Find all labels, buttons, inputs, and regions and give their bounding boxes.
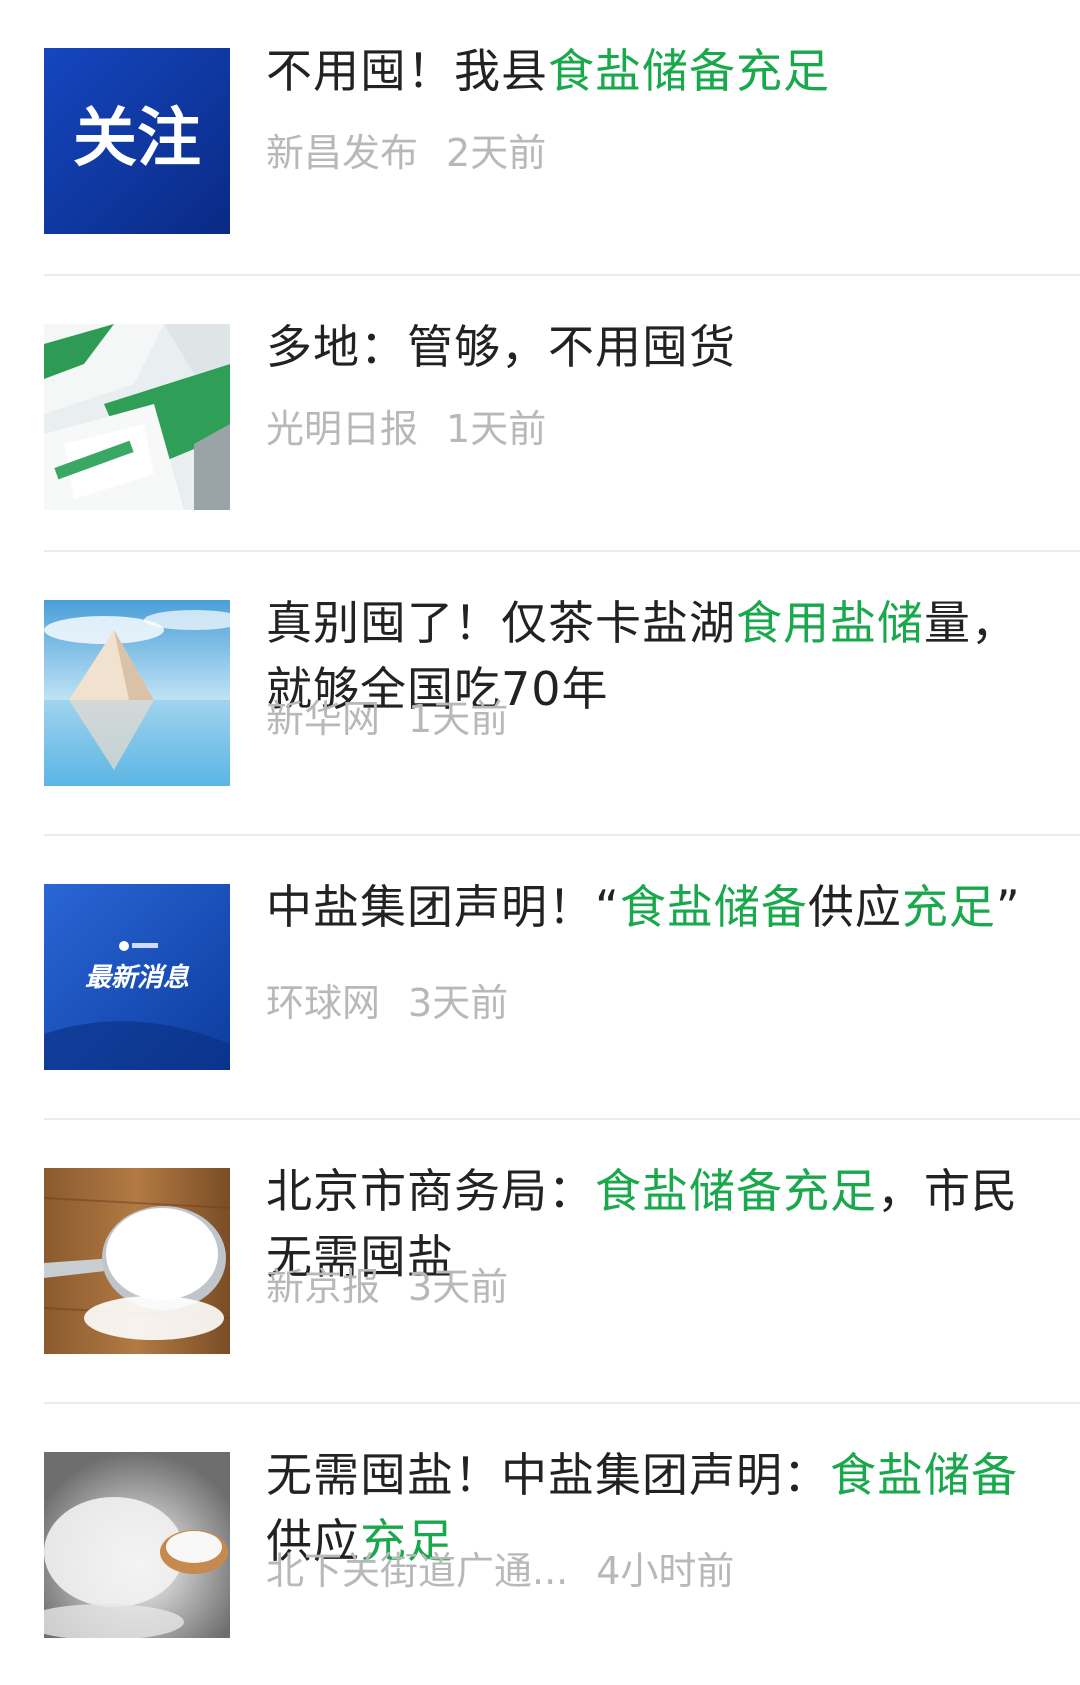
article-title[interactable]: 多地：管够，不用囤货 (266, 314, 1036, 380)
article-title[interactable]: 不用囤！我县食盐储备充足 (266, 38, 1036, 104)
salt-pile-bowl-image (44, 1452, 230, 1638)
title-text: 中盐集团声明！“ (266, 880, 620, 934)
title-highlight: 食盐储备 (830, 1448, 1018, 1502)
article-time: 2天前 (446, 131, 547, 175)
article-time: 3天前 (408, 981, 509, 1025)
thumb-label: 关注 (73, 102, 201, 176)
list-item[interactable]: 最新消息 中盐集团声明！“食盐储备供应充足” 环球网 3天前 (0, 836, 1080, 1120)
article-time: 4小时前 (596, 1549, 735, 1593)
title-highlight: 充足 (901, 880, 996, 934)
title-highlight: 食盐储备充足 (595, 1164, 877, 1218)
article-meta: 新京报 3天前 (266, 1262, 508, 1312)
title-text: 无需囤盐！中盐集团声明： (266, 1448, 830, 1502)
article-source: 光明日报 (266, 407, 419, 451)
title-highlight: 食盐储备充足 (548, 44, 830, 98)
article-meta: 北下关街道广通... 4小时前 (266, 1546, 734, 1596)
article-meta: 环球网 3天前 (266, 978, 508, 1028)
article-meta: 新昌发布 2天前 (266, 128, 546, 178)
article-source: 北下关街道广通... (266, 1549, 569, 1593)
article-title[interactable]: 中盐集团声明！“食盐储备供应充足” (266, 874, 1036, 940)
article-source: 环球网 (266, 981, 381, 1025)
list-item[interactable]: 北京市商务局：食盐储备充足，市民无需囤盐 新京报 3天前 (0, 1120, 1080, 1404)
article-time: 1天前 (408, 697, 509, 741)
article-source: 新华网 (266, 697, 381, 741)
article-meta: 光明日报 1天前 (266, 404, 546, 454)
title-text: 多地：管够，不用囤货 (266, 320, 736, 374)
latest-news-banner-image: 最新消息 (44, 884, 230, 1070)
article-time: 1天前 (446, 407, 547, 451)
article-source: 新昌发布 (266, 131, 419, 175)
list-item[interactable]: 关注 不用囤！我县食盐储备充足 新昌发布 2天前 (0, 0, 1080, 276)
salt-spoon-image (44, 1168, 230, 1354)
article-time: 3天前 (408, 1265, 509, 1309)
list-item[interactable]: 真别囤了！仅茶卡盐湖食用盐储量，就够全国吃70年 新华网 1天前 (0, 552, 1080, 836)
article-meta: 新华网 1天前 (266, 694, 508, 744)
title-highlight: 食用盐储 (736, 596, 924, 650)
title-text: 不用囤！我县 (266, 44, 548, 98)
salt-packages-image (44, 324, 230, 510)
article-source: 新京报 (266, 1265, 381, 1309)
salt-lake-pyramid-image (44, 600, 230, 786)
news-list: 关注 不用囤！我县食盐储备充足 新昌发布 2天前 多地：管够，不用囤货 光明日报… (0, 0, 1080, 1685)
title-highlight: 食盐储备 (619, 880, 808, 934)
follow-banner-image: 关注 (44, 48, 230, 234)
title-text: ” (995, 880, 1021, 934)
thumb-label: 最新消息 (85, 963, 190, 993)
list-item[interactable]: 无需囤盐！中盐集团声明：食盐储备供应充足 北下关街道广通... 4小时前 (0, 1404, 1080, 1685)
title-text: 真别囤了！仅茶卡盐湖 (266, 596, 736, 650)
list-item[interactable]: 多地：管够，不用囤货 光明日报 1天前 (0, 276, 1080, 552)
title-text: 供应 (807, 880, 902, 934)
title-text: 北京市商务局： (266, 1164, 595, 1218)
